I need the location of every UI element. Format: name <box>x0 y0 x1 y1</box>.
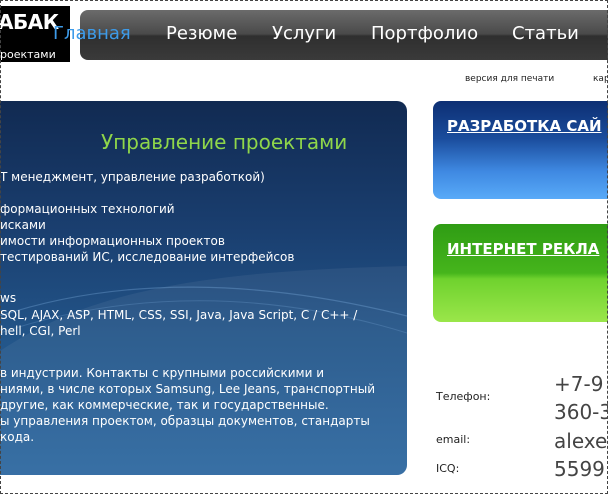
content-line: исками <box>0 218 46 232</box>
phone-value: +7-9 <box>554 372 604 396</box>
content-line: ниями, в числе которых Samsung, Lee Jean… <box>0 382 376 396</box>
nav-item-articles[interactable]: Статьи <box>512 23 579 44</box>
internet-advertising-link[interactable]: ИНТЕРНЕТ РЕКЛА <box>447 240 599 258</box>
content-line: ы управления проектом, образцы документо… <box>0 414 370 428</box>
nav-item-resume[interactable]: Резюме <box>166 23 237 44</box>
content-line: в индустрии. Контакты с крупными российс… <box>0 366 325 380</box>
email-label: email: <box>436 433 471 446</box>
internet-advertising-banner[interactable]: ИНТЕРНЕТ РЕКЛА <box>433 224 608 322</box>
content-line: имости информационных проектов <box>0 234 225 248</box>
icq-value: 5599 <box>554 457 605 481</box>
page-title: Управление проектами <box>101 130 348 154</box>
icq-label: ICQ: <box>436 462 460 475</box>
logo-text: АБАК <box>0 10 59 34</box>
phone-label: Телефон: <box>436 390 491 403</box>
web-development-link[interactable]: РАЗРАБОТКА САЙ <box>447 117 602 135</box>
web-development-banner[interactable]: РАЗРАБОТКА САЙ <box>433 101 608 199</box>
content-line: тестирований ИС, исследование интерфейсо… <box>0 250 295 264</box>
content-line: SQL, AJAX, ASP, HTML, CSS, SSI, Java, Ja… <box>0 308 358 322</box>
phone-value-line2: 360-3 <box>554 400 608 424</box>
nav-item-portfolio[interactable]: Портфолио <box>371 23 478 44</box>
logo-subtitle: роектами <box>0 48 56 61</box>
print-version-link[interactable]: версия для печати <box>465 74 554 84</box>
content-line: ws <box>0 291 17 305</box>
email-value[interactable]: alexe <box>554 429 607 453</box>
content-line: кода. <box>0 430 35 444</box>
nav-item-home[interactable]: Главная <box>53 23 131 44</box>
site-map-link[interactable]: кар <box>593 74 608 84</box>
content-line: другие, как коммерческие, так и государс… <box>0 398 329 412</box>
content-line: hell, CGI, Perl <box>0 324 81 338</box>
content-line: Т менеджмент, управление разработкой) <box>0 170 265 184</box>
nav-item-services[interactable]: Услуги <box>272 23 336 44</box>
content-line: формационных технологий <box>0 202 175 216</box>
